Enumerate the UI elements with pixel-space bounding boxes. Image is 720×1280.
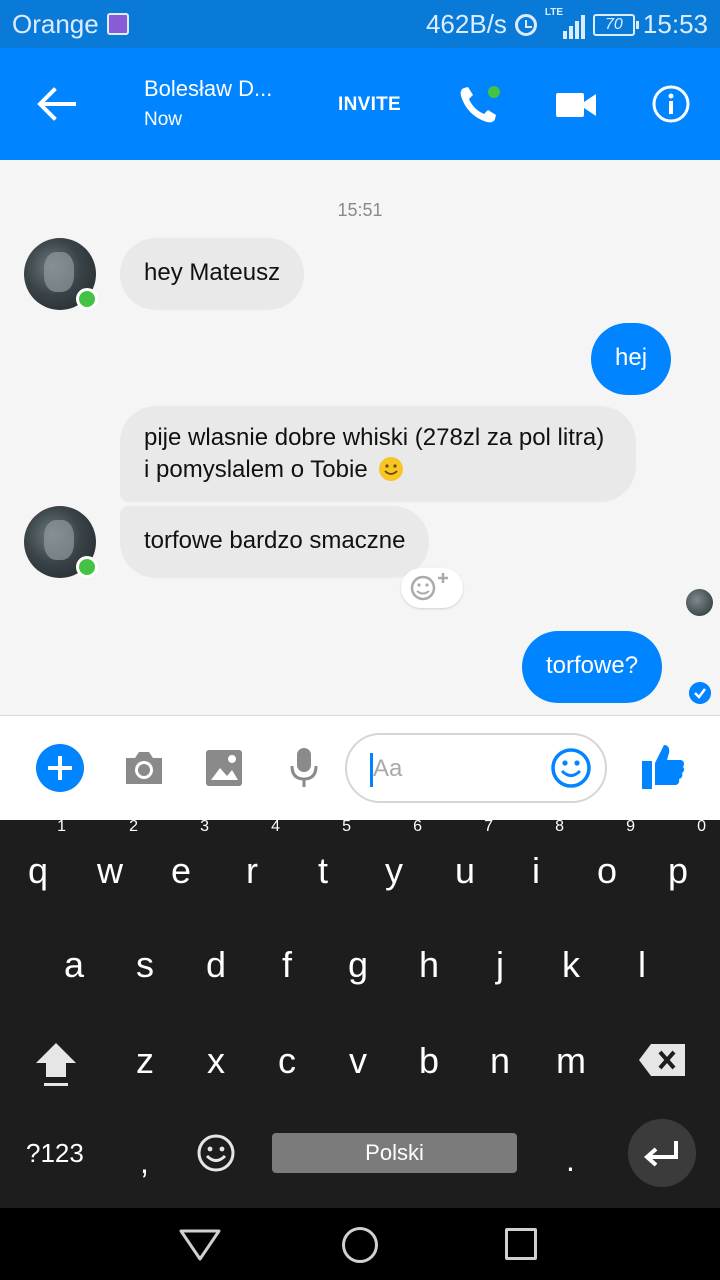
contact-status: Now bbox=[144, 109, 183, 130]
network-type: LTE bbox=[544, 6, 564, 18]
backspace-icon[interactable] bbox=[637, 1042, 687, 1078]
keyboard-emoji-icon[interactable] bbox=[196, 1133, 236, 1173]
nav-back-icon[interactable] bbox=[178, 1228, 222, 1262]
info-icon[interactable] bbox=[651, 84, 691, 124]
clock: 15:53 bbox=[642, 9, 708, 39]
period-key[interactable]: . bbox=[566, 1142, 575, 1179]
status-indicators: 462B/s LTE 70 15:53 bbox=[425, 7, 708, 40]
contact-avatar[interactable] bbox=[24, 506, 98, 578]
smiley-emoji-icon bbox=[379, 457, 404, 481]
notification-icon bbox=[107, 13, 129, 35]
key-h[interactable]: h bbox=[399, 944, 459, 986]
online-indicator-icon bbox=[76, 556, 98, 578]
incoming-message[interactable]: torfowe bardzo smaczne bbox=[120, 506, 430, 578]
carrier-name: Orange bbox=[12, 9, 99, 39]
status-bar: Orange 462B/s LTE 70 15:53 bbox=[0, 0, 720, 48]
key-s[interactable]: s bbox=[115, 944, 175, 986]
plus-icon[interactable] bbox=[36, 744, 84, 792]
space-bar[interactable]: Polski bbox=[272, 1133, 517, 1173]
contact-name[interactable]: Bolesław D... bbox=[144, 76, 272, 102]
battery-level: 70 bbox=[592, 13, 639, 36]
invite-button[interactable]: INVITE bbox=[338, 94, 401, 116]
key-u[interactable]: u7 bbox=[435, 818, 495, 892]
key-d[interactable]: d bbox=[186, 944, 246, 986]
key-a[interactable]: a bbox=[44, 944, 104, 986]
key-i[interactable]: i8 bbox=[506, 818, 566, 892]
key-e[interactable]: e3 bbox=[151, 818, 211, 892]
thumbs-up-icon[interactable] bbox=[640, 741, 686, 791]
key-k[interactable]: k bbox=[541, 944, 601, 986]
microphone-icon[interactable] bbox=[288, 746, 320, 790]
comma-key[interactable]: , bbox=[140, 1144, 149, 1181]
key-r[interactable]: r4 bbox=[222, 818, 282, 892]
key-p[interactable]: p0 bbox=[648, 818, 708, 892]
back-arrow-icon[interactable] bbox=[34, 82, 78, 126]
key-q[interactable]: q1 bbox=[8, 818, 68, 892]
key-x[interactable]: x bbox=[186, 1040, 246, 1082]
network-speed: 462B/s bbox=[425, 9, 507, 39]
contact-avatar[interactable] bbox=[24, 238, 98, 310]
key-b[interactable]: b bbox=[399, 1040, 459, 1082]
image-icon[interactable] bbox=[204, 748, 244, 788]
key-l[interactable]: l bbox=[612, 944, 672, 986]
add-reaction-icon[interactable] bbox=[401, 568, 463, 608]
message-text: pije wlasnie dobre whiski (278zl za pol … bbox=[144, 424, 605, 483]
key-g[interactable]: g bbox=[328, 944, 388, 986]
alarm-icon bbox=[514, 13, 537, 36]
key-c[interactable]: c bbox=[257, 1040, 317, 1082]
key-z[interactable]: z bbox=[115, 1040, 175, 1082]
nav-recents-icon[interactable] bbox=[505, 1228, 537, 1260]
symbols-key[interactable]: ?123 bbox=[26, 1138, 84, 1169]
on-screen-keyboard: q1 w2 e3 r4 t5 y6 u7 i8 o9 p0 a s d f g … bbox=[0, 818, 720, 1208]
message-timestamp: 15:51 bbox=[337, 200, 383, 220]
incoming-message[interactable]: hey Mateusz bbox=[120, 238, 305, 310]
nav-home-icon[interactable] bbox=[342, 1227, 378, 1263]
signal-icon: LTE bbox=[545, 7, 585, 39]
message-list[interactable]: 15:51 hey Mateusz hej pije wlasnie dobre… bbox=[0, 160, 720, 715]
key-f[interactable]: f bbox=[257, 944, 317, 986]
outgoing-message[interactable]: hej bbox=[591, 323, 672, 395]
enter-icon[interactable] bbox=[628, 1119, 696, 1187]
video-camera-icon[interactable] bbox=[555, 90, 597, 120]
seen-by-avatar bbox=[686, 589, 713, 616]
emoji-icon[interactable] bbox=[550, 747, 592, 789]
key-y[interactable]: y6 bbox=[364, 818, 424, 892]
key-j[interactable]: j bbox=[470, 944, 530, 986]
conversation-header: Bolesław D... Now INVITE bbox=[0, 48, 720, 160]
key-w[interactable]: w2 bbox=[80, 818, 140, 892]
online-indicator-icon bbox=[76, 288, 98, 310]
phone-icon[interactable] bbox=[456, 82, 504, 128]
message-input-placeholder: Aa bbox=[373, 755, 403, 782]
shift-icon[interactable] bbox=[32, 1039, 80, 1091]
key-n[interactable]: n bbox=[470, 1040, 530, 1082]
key-t[interactable]: t5 bbox=[293, 818, 353, 892]
incoming-message[interactable]: pije wlasnie dobre whiski (278zl za pol … bbox=[120, 406, 636, 502]
key-o[interactable]: o9 bbox=[577, 818, 637, 892]
system-nav-bar bbox=[0, 1208, 720, 1280]
camera-icon[interactable] bbox=[122, 748, 166, 788]
message-composer: Aa bbox=[0, 715, 720, 820]
key-v[interactable]: v bbox=[328, 1040, 388, 1082]
delivered-check-icon bbox=[689, 682, 711, 704]
key-m[interactable]: m bbox=[541, 1040, 601, 1082]
outgoing-message[interactable]: torfowe? bbox=[522, 631, 663, 703]
